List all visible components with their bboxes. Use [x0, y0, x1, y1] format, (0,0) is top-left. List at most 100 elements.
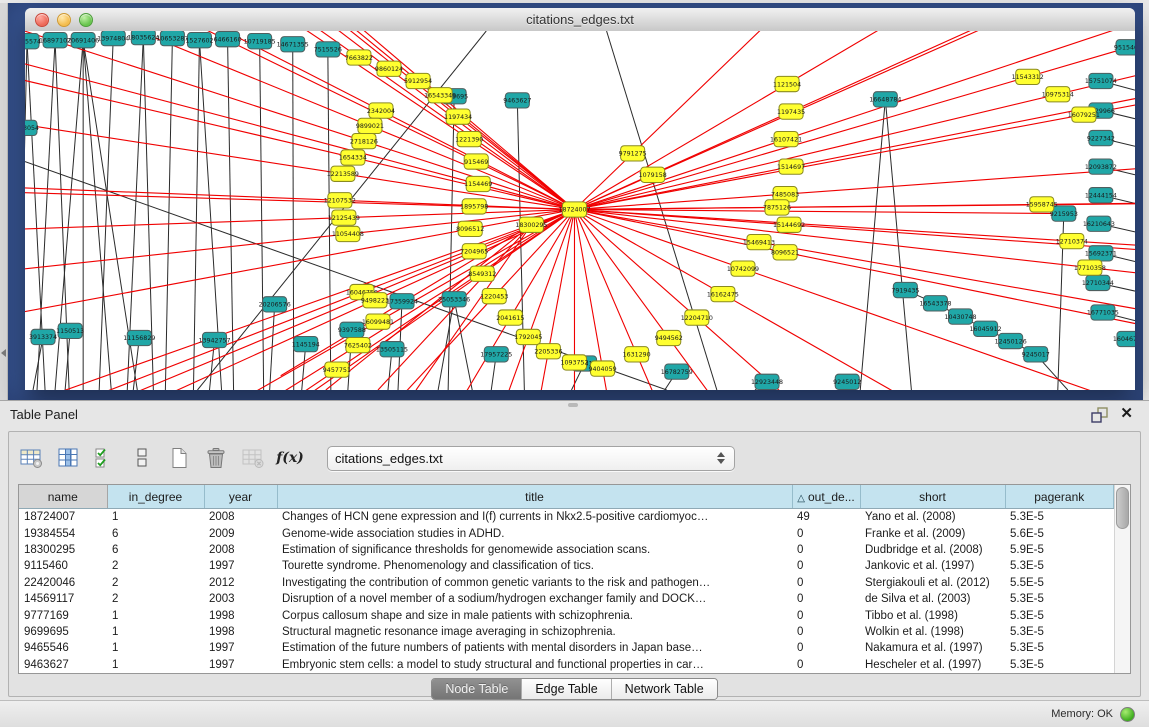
- graph-node-teal[interactable]: 10719185: [244, 34, 276, 49]
- graph-node-yellow[interactable]: 2718126: [350, 133, 378, 148]
- graph-node-teal[interactable]: 9227342: [1087, 130, 1115, 145]
- table-row[interactable]: 1830029562008Estimation of significance …: [19, 542, 1114, 558]
- graph-node-yellow[interactable]: 7625402: [344, 337, 372, 352]
- graph-node-teal[interactable]: 9245017: [1022, 347, 1050, 362]
- graph-node-teal[interactable]: 16210643: [1083, 216, 1115, 231]
- graph-node-teal[interactable]: 12710344: [1082, 275, 1114, 290]
- graph-node-teal[interactable]: 18035624: [127, 31, 159, 45]
- table-row[interactable]: 2242004622012Investigating the contribut…: [19, 575, 1114, 591]
- table-scrollbar[interactable]: [1114, 485, 1130, 673]
- network-canvas[interactable]: 2405574168971072069140613974804180356241…: [25, 31, 1135, 390]
- table-select-dropdown[interactable]: citations_edges.txt: [327, 446, 735, 471]
- graph-node-teal[interactable]: 12444154: [1085, 188, 1117, 203]
- graph-node-teal[interactable]: 13974804: [97, 31, 129, 46]
- graph-node-yellow[interactable]: 16099481: [362, 314, 394, 329]
- graph-node-teal[interactable]: 16045912: [970, 321, 1002, 336]
- graph-node-yellow[interactable]: 8096521: [771, 245, 799, 260]
- graph-node-yellow[interactable]: 915469: [464, 154, 488, 169]
- float-panel-icon[interactable]: [1091, 407, 1109, 423]
- graph-node-yellow[interactable]: 9791275: [619, 146, 647, 161]
- graph-node-teal[interactable]: 16046757: [1113, 331, 1135, 346]
- graph-node-yellow[interactable]: 15469413: [743, 234, 775, 249]
- new-column-button[interactable]: [163, 443, 195, 473]
- table-row[interactable]: 946554611997Estimation of the future num…: [19, 640, 1114, 656]
- graph-node-yellow[interactable]: 1079158: [639, 167, 667, 182]
- graph-node-teal[interactable]: 12093872: [1085, 159, 1117, 174]
- graph-node-teal[interactable]: 1145194: [292, 336, 320, 351]
- table-row[interactable]: 1938455462009Genome-wide association stu…: [19, 525, 1114, 541]
- graph-node-yellow[interactable]: 7663822: [345, 50, 373, 65]
- graph-node-teal[interactable]: 7919435: [891, 282, 919, 297]
- graph-node-yellow[interactable]: 10742099: [727, 261, 759, 276]
- table-mode-button[interactable]: [15, 443, 47, 473]
- graph-node-yellow[interactable]: 9404059: [589, 361, 617, 376]
- graph-node-teal[interactable]: 11156829: [123, 330, 155, 345]
- table-row[interactable]: 969969511998Structural magnetic resonanc…: [19, 624, 1114, 640]
- graph-node-teal[interactable]: 16648784: [869, 92, 901, 107]
- graph-node-yellow[interactable]: 9860124: [375, 61, 403, 76]
- graph-node-teal[interactable]: 1150513: [56, 323, 84, 338]
- table-row[interactable]: 911546021997Tourette syndrome. Phenomeno…: [19, 558, 1114, 574]
- graph-node-teal[interactable]: 20691406: [67, 33, 99, 48]
- graph-node-teal[interactable]: 3913374: [29, 329, 57, 344]
- column-header-year[interactable]: year: [204, 485, 277, 509]
- graph-node-yellow[interactable]: 1220453: [480, 289, 508, 304]
- column-header-title[interactable]: title: [277, 485, 792, 509]
- table-row[interactable]: 946362711997Embryonic stem cells: a mode…: [19, 657, 1114, 673]
- column-header-pagerank[interactable]: pagerank: [1005, 485, 1114, 509]
- graph-node-teal[interactable]: 15751074: [1085, 73, 1117, 88]
- graph-node-teal[interactable]: 17957225: [480, 347, 512, 362]
- graph-node-yellow[interactable]: 16162475: [707, 286, 739, 301]
- graph-node-teal[interactable]: 16782759: [661, 364, 693, 379]
- network-window-titlebar[interactable]: citations_edges.txt: [25, 8, 1135, 32]
- graph-node-yellow[interactable]: 17710358: [1074, 260, 1106, 275]
- graph-node-teal[interactable]: 1527602: [185, 33, 213, 48]
- graph-node-yellow[interactable]: 9899021: [356, 118, 384, 133]
- graph-node-yellow[interactable]: 8096512: [456, 221, 484, 236]
- row-height-button[interactable]: [126, 443, 158, 473]
- network-graph[interactable]: 2405574168971072069140613974804180356241…: [25, 31, 1135, 390]
- graph-node-teal[interactable]: 15692371: [1085, 246, 1117, 261]
- graph-node-yellow[interactable]: 8549312: [468, 266, 496, 281]
- graph-node-yellow[interactable]: 9457751: [323, 362, 351, 377]
- graph-node-teal[interactable]: 20206576: [259, 297, 291, 312]
- graph-node-yellow[interactable]: 5912954: [404, 73, 432, 88]
- graph-node-yellow[interactable]: 16079251: [1068, 107, 1100, 122]
- delete-column-button[interactable]: [200, 443, 232, 473]
- graph-node-yellow[interactable]: 2205336: [534, 344, 562, 359]
- graph-node-yellow[interactable]: 1221390: [455, 131, 483, 146]
- graph-node-yellow[interactable]: 15958745: [1026, 197, 1058, 212]
- column-header-short[interactable]: short: [860, 485, 1005, 509]
- panel-collapse-arrow-icon[interactable]: [1, 349, 6, 357]
- graph-node-teal[interactable]: 12450126: [995, 333, 1027, 348]
- scrollbar-thumb[interactable]: [1116, 487, 1129, 529]
- function-builder-button[interactable]: f(x): [274, 443, 306, 473]
- graph-node-yellow[interactable]: 7875126: [763, 200, 791, 215]
- graph-node-yellow[interactable]: 1154469: [464, 176, 492, 191]
- graph-node-teal[interactable]: 25053346: [438, 292, 470, 307]
- graph-node-yellow[interactable]: 2342004: [367, 103, 395, 118]
- graph-node-teal[interactable]: 7515526: [314, 42, 342, 57]
- tab-node-table[interactable]: Node Table: [432, 679, 521, 699]
- graph-node-yellow[interactable]: 10975314: [1042, 87, 1074, 102]
- graph-node-yellow[interactable]: 12204710: [681, 310, 713, 325]
- graph-node-teal[interactable]: 9515462: [1114, 40, 1135, 55]
- table-row[interactable]: 1456911722003Disruption of a novel membe…: [19, 591, 1114, 607]
- graph-node-yellow[interactable]: 18300295: [515, 217, 547, 232]
- close-panel-icon[interactable]: ✕: [1120, 405, 1133, 423]
- graph-node-teal[interactable]: 16771035: [1087, 305, 1119, 320]
- graph-node-teal[interactable]: 10653287: [156, 31, 188, 46]
- graph-node-teal[interactable]: 16543378: [919, 296, 951, 311]
- row-selection-button[interactable]: [89, 443, 121, 473]
- column-header-in_degree[interactable]: in_degree: [107, 485, 204, 509]
- graph-node-teal[interactable]: 13505115: [376, 342, 408, 357]
- graph-node-yellow[interactable]: 7204965: [460, 244, 488, 259]
- column-header-name[interactable]: name: [19, 485, 107, 509]
- graph-node-yellow[interactable]: 9494562: [655, 330, 683, 345]
- column-header-out_de[interactable]: △out_de...: [792, 485, 860, 509]
- graph-node-teal[interactable]: 9245012: [833, 374, 861, 389]
- table-row[interactable]: 977716911998Corpus callosum shape and si…: [19, 607, 1114, 623]
- graph-node-teal[interactable]: 9463627: [503, 93, 531, 108]
- graph-node-teal[interactable]: 17359924: [386, 294, 418, 309]
- graph-node-yellow[interactable]: 11543312: [1012, 69, 1044, 84]
